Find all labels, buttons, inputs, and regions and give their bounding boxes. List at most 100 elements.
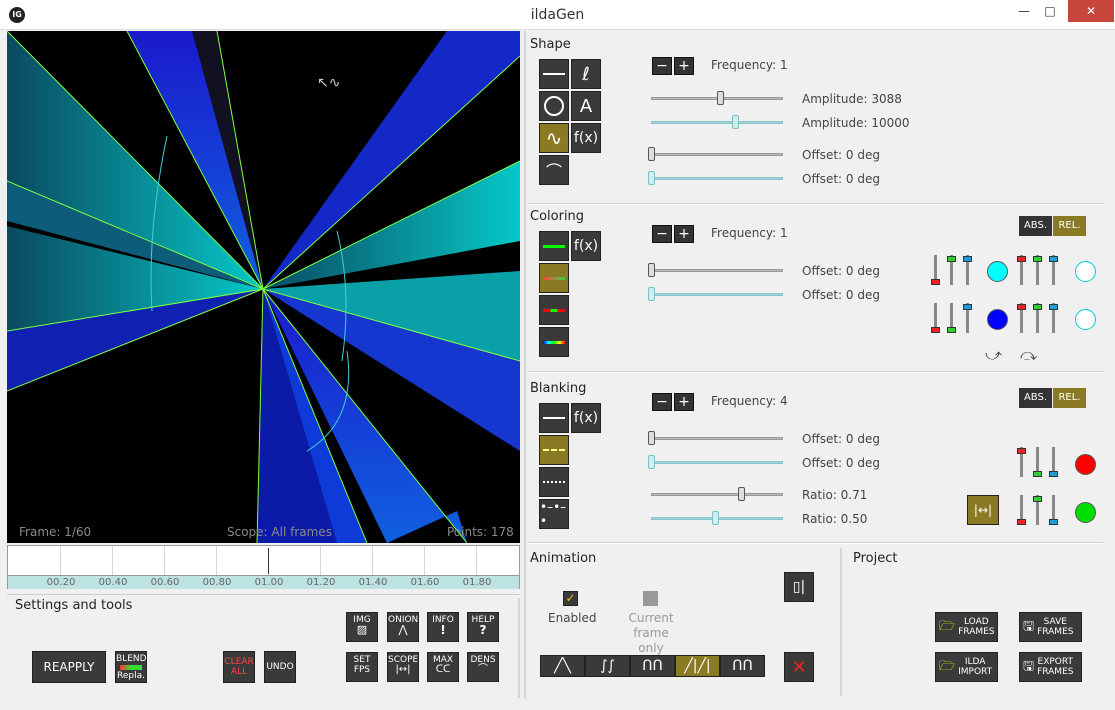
shape-off1-thumb[interactable] (648, 147, 655, 161)
color-start-rgb-sliders[interactable] (930, 253, 975, 289)
reapply-button[interactable]: REAPPLY (32, 651, 106, 683)
color-function-button[interactable]: f(x) (571, 231, 601, 261)
shape-sine-button[interactable]: ∿ (539, 123, 569, 153)
color-start-swatch[interactable] (987, 261, 1008, 282)
shape-freehand-button[interactable]: ℓ (571, 59, 601, 89)
coloring-off1-thumb[interactable] (648, 263, 655, 277)
color-rainbow-button[interactable] (539, 327, 569, 357)
blank-dotted-button[interactable] (539, 467, 569, 497)
coloring-off1-slider[interactable] (651, 269, 783, 272)
blank-dashed-button[interactable] (539, 435, 569, 465)
shape-off2-label: Offset: 0 deg (802, 172, 880, 186)
load-frames-label: FRAMES (958, 627, 995, 637)
minimize-button[interactable]: — (1012, 0, 1036, 22)
color-start-rgb-sliders-rel[interactable] (1016, 253, 1061, 289)
shape-line-button[interactable] (539, 59, 569, 89)
current-label-1: Current (628, 611, 674, 625)
color-end-rgb-sliders-rel[interactable] (1016, 301, 1061, 337)
maximize-button[interactable]: □ (1038, 0, 1062, 22)
anim-linear-button[interactable]: ╱╲ (540, 655, 585, 677)
shape-amp2-slider[interactable] (651, 121, 783, 124)
blanking-off1-slider[interactable] (651, 437, 783, 440)
img-button[interactable]: IMG ▨ (346, 612, 378, 642)
load-frames-button[interactable]: 🗁 LOAD FRAMES (935, 612, 998, 642)
shape-amp1-thumb[interactable] (717, 91, 724, 105)
coloring-rel-button[interactable]: REL. (1053, 216, 1086, 236)
blanking-freq-plus[interactable]: + (674, 393, 694, 411)
timeline[interactable]: 00.20 00.40 00.60 00.80 01.00 01.20 01.4… (7, 545, 520, 589)
blanking-ratio1-slider[interactable] (651, 493, 783, 496)
color-end-rel-swatch[interactable] (1075, 309, 1096, 330)
blank-stretch-button[interactable]: |↔| (967, 495, 999, 525)
color-end-rgb-sliders[interactable] (930, 301, 975, 337)
animation-frames-button[interactable]: ▯| (784, 572, 814, 602)
color-end-swatch[interactable] (987, 309, 1008, 330)
help-button[interactable]: HELP? (467, 612, 499, 642)
settings-title: Settings and tools (15, 598, 133, 613)
blank-off-rgb-sliders[interactable] (1016, 493, 1061, 529)
blanking-off2-slider[interactable] (651, 461, 783, 464)
anim-sawtooth-button[interactable]: ╱|╱| (675, 655, 720, 677)
blank-off-swatch[interactable] (1075, 502, 1096, 523)
shape-freq-minus[interactable]: − (652, 57, 672, 75)
shape-function-button[interactable]: f(x) (571, 123, 601, 153)
swap-colors-rel-icon[interactable]: ⤼ (1020, 345, 1037, 365)
swap-colors-icon[interactable]: ⤻ (985, 345, 1002, 365)
dens-button[interactable]: DENS ⌒ (467, 652, 499, 682)
shape-amp2-thumb[interactable] (732, 115, 739, 129)
blanking-off2-thumb[interactable] (648, 455, 655, 469)
blank-on-swatch[interactable] (1075, 454, 1096, 475)
shape-arc-button[interactable]: ⌒ (539, 155, 569, 185)
blanking-ratio1-thumb[interactable] (738, 487, 745, 501)
blanking-ratio2-label: Ratio: 0.50 (802, 512, 868, 526)
shape-text-button[interactable]: A (571, 91, 601, 121)
blank-function-button[interactable]: f(x) (571, 403, 601, 433)
max-button[interactable]: MAX ᑕᑕ (427, 652, 459, 682)
anim-smooth-button[interactable]: ∫∫ (585, 655, 630, 677)
clear-all-button[interactable]: CLEAR ALL (223, 651, 255, 683)
export-frames-button[interactable]: 🖫 EXPORT FRAMES (1019, 652, 1082, 682)
set-fps-button[interactable]: SET FPS (346, 652, 378, 682)
blanking-ratio2-thumb[interactable] (712, 511, 719, 525)
shape-circle-button[interactable] (539, 91, 569, 121)
info-button[interactable]: INFO! (427, 612, 459, 642)
color-start-rel-swatch[interactable] (1075, 261, 1096, 282)
blank-solid-button[interactable] (539, 403, 569, 433)
color-gradient-button[interactable] (539, 263, 569, 293)
coloring-title: Coloring (530, 209, 585, 224)
shape-off2-slider[interactable] (651, 177, 783, 180)
scope-button[interactable]: SCOPE |↔| (387, 652, 419, 682)
color-solid-button[interactable] (539, 231, 569, 261)
undo-button[interactable]: UNDO (264, 651, 296, 683)
laser-beams-graphic: ↖∿ (7, 31, 520, 543)
coloring-freq-plus[interactable]: + (674, 225, 694, 243)
coloring-off2-slider[interactable] (651, 293, 783, 296)
color-segments-button[interactable] (539, 295, 569, 325)
shape-off1-slider[interactable] (651, 153, 783, 156)
shape-freq-plus[interactable]: + (674, 57, 694, 75)
coloring-freq-minus[interactable]: − (652, 225, 672, 243)
enabled-checkbox[interactable]: ✓ (563, 591, 578, 606)
close-button[interactable]: ✕ (1068, 0, 1114, 22)
current-frame-checkbox[interactable] (643, 591, 658, 606)
anim-arc-button[interactable]: ᑎᑎ (720, 655, 765, 677)
blanking-freq-minus[interactable]: − (652, 393, 672, 411)
laser-preview-canvas[interactable]: ↖∿ Frame: 1/60 Scope: All frames Points:… (7, 31, 520, 543)
blank-on-rgb-sliders[interactable] (1016, 445, 1061, 481)
shape-off2-thumb[interactable] (648, 171, 655, 185)
coloring-abs-button[interactable]: ABS. (1019, 216, 1052, 236)
onion-button[interactable]: ONION ⋀ (387, 612, 419, 642)
blank-points-button[interactable]: •–•–• (539, 499, 569, 529)
anim-bounce-button[interactable]: ᑎᑎ (630, 655, 675, 677)
timeline-cursor[interactable] (268, 548, 269, 574)
coloring-off2-thumb[interactable] (648, 287, 655, 301)
blanking-abs-button[interactable]: ABS. (1019, 388, 1052, 408)
save-frames-button[interactable]: 🖫 SAVE FRAMES (1019, 612, 1082, 642)
ilda-import-button[interactable]: 🗁 ILDA IMPORT (935, 652, 998, 682)
animation-disable-button[interactable]: ✕ (784, 652, 814, 682)
blanking-rel-button[interactable]: REL. (1053, 388, 1086, 408)
blend-button[interactable]: BLEND Repla. (115, 651, 147, 683)
segments-icon (543, 308, 565, 312)
circle-icon (544, 96, 564, 116)
blanking-off1-thumb[interactable] (648, 431, 655, 445)
